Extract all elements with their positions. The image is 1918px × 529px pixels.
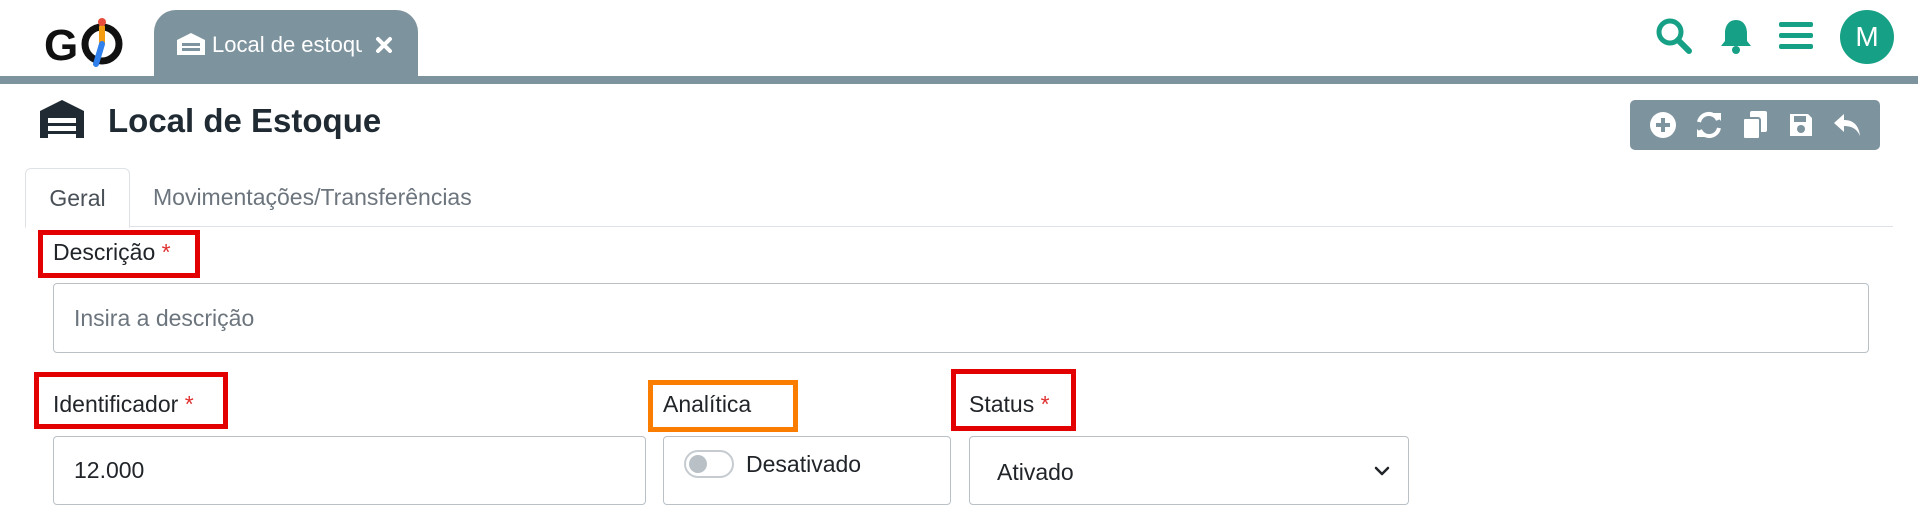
- action-toolbar: [1630, 100, 1880, 150]
- descricao-input[interactable]: [53, 283, 1869, 353]
- toggle-knob: [689, 455, 707, 473]
- analitica-toggle[interactable]: [684, 450, 734, 478]
- close-icon[interactable]: [372, 32, 396, 58]
- top-bar: G Local de estoque: [0, 0, 1918, 76]
- open-tab[interactable]: Local de estoque: [154, 10, 418, 76]
- chevron-down-icon: [1372, 461, 1392, 481]
- svg-text:G: G: [44, 21, 78, 70]
- tab-movimentacoes-transferencias[interactable]: Movimentações/Transferências: [153, 168, 472, 228]
- analitica-label: Analítica: [663, 391, 752, 417]
- save-icon[interactable]: [1783, 107, 1819, 143]
- bell-icon[interactable]: [1714, 14, 1758, 58]
- status-select[interactable]: Ativado: [969, 436, 1409, 505]
- required-mark: *: [1040, 391, 1050, 417]
- identificador-label: Identificador *: [53, 391, 194, 417]
- analitica-switch-label: Desativado: [746, 451, 862, 477]
- warehouse-icon: [176, 32, 206, 56]
- analitica-switch-box: Desativado: [663, 436, 951, 505]
- menu-icon[interactable]: [1774, 14, 1818, 58]
- required-mark: *: [184, 391, 194, 417]
- copy-icon[interactable]: [1737, 107, 1773, 143]
- app-logo[interactable]: G: [42, 14, 132, 70]
- avatar[interactable]: M: [1840, 10, 1894, 64]
- open-tab-label: Local de estoque: [212, 32, 362, 57]
- identificador-input[interactable]: [53, 436, 646, 505]
- top-bar-divider: [0, 76, 1918, 84]
- page-title: Local de Estoque: [108, 102, 382, 139]
- required-mark: *: [161, 239, 171, 265]
- search-icon[interactable]: [1652, 14, 1696, 58]
- status-label: Status *: [969, 391, 1050, 417]
- undo-icon[interactable]: [1829, 107, 1865, 143]
- warehouse-icon: [38, 98, 86, 140]
- descricao-label: Descrição *: [53, 239, 171, 265]
- status-select-value: Ativado: [997, 459, 1074, 485]
- refresh-icon[interactable]: [1691, 107, 1727, 143]
- add-icon[interactable]: [1645, 107, 1681, 143]
- tab-geral[interactable]: Geral: [25, 168, 130, 228]
